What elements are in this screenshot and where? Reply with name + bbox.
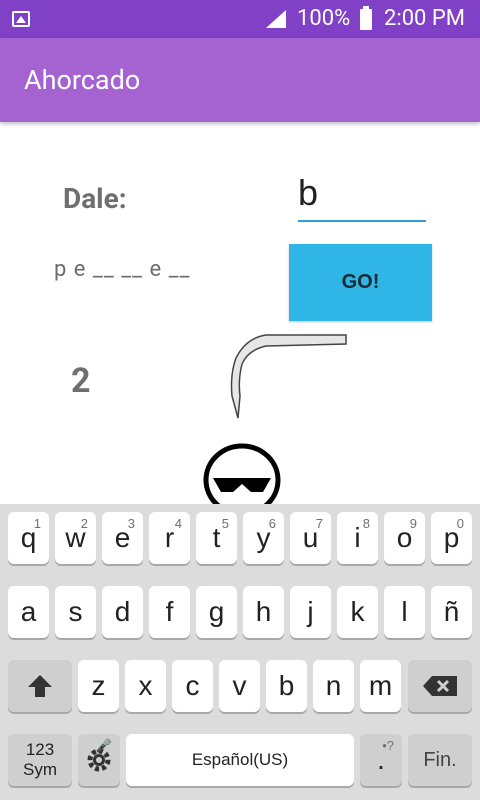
- letter-input[interactable]: [298, 170, 426, 216]
- key-j[interactable]: j: [290, 586, 331, 638]
- symbols-key-line1: 123: [25, 740, 55, 759]
- key-f[interactable]: f: [149, 586, 190, 638]
- key-p[interactable]: p0: [431, 512, 472, 564]
- status-bar: 100% 2:00 PM: [0, 0, 480, 38]
- key-x[interactable]: x: [125, 660, 166, 712]
- key-hint: 4: [174, 516, 182, 531]
- key-l[interactable]: l: [384, 586, 425, 638]
- key-label: t: [212, 522, 221, 553]
- period-hint: •?: [382, 738, 394, 753]
- key-z[interactable]: z: [78, 660, 119, 712]
- go-button[interactable]: GO!: [289, 244, 432, 321]
- word-display: p e __ __ e __: [54, 257, 191, 282]
- clock: 2:00 PM: [384, 6, 465, 31]
- app-bar: Ahorcado: [0, 38, 480, 122]
- key-ñ[interactable]: ñ: [431, 586, 472, 638]
- key-hint: 5: [221, 516, 229, 531]
- app-title: Ahorcado: [24, 64, 141, 96]
- battery-percentage: 100%: [297, 6, 351, 31]
- key-u[interactable]: u7: [290, 512, 331, 564]
- key-c[interactable]: c: [172, 660, 213, 712]
- symbols-key[interactable]: 123 Sym: [8, 734, 72, 786]
- game-area: Dale: p e __ __ e __ GO! 2: [0, 122, 480, 504]
- signal-icon: [266, 10, 286, 28]
- key-i[interactable]: i8: [337, 512, 378, 564]
- prompt-label: Dale:: [63, 182, 127, 215]
- image-icon: [12, 11, 30, 27]
- battery-icon: [360, 6, 372, 30]
- fin-key[interactable]: Fin.: [408, 734, 472, 786]
- key-a[interactable]: a: [8, 586, 49, 638]
- hangman-head-icon: [203, 443, 281, 504]
- key-e[interactable]: e3: [102, 512, 143, 564]
- key-r[interactable]: r4: [149, 512, 190, 564]
- key-hint: 2: [80, 516, 88, 531]
- key-t[interactable]: t5: [196, 512, 237, 564]
- key-hint: 6: [268, 516, 276, 531]
- mic-icon: 🎤: [95, 738, 112, 753]
- symbols-key-line2: Sym: [23, 760, 57, 779]
- key-m[interactable]: m: [360, 660, 401, 712]
- key-hint: 8: [362, 516, 370, 531]
- key-label: r: [164, 522, 175, 553]
- keyboard: q1w2e3r4t5y6u7i8o9p0 asdfghjklñ zxcvbnm …: [0, 504, 480, 800]
- shift-icon: [28, 675, 52, 697]
- key-v[interactable]: v: [219, 660, 260, 712]
- key-hint: 0: [456, 516, 464, 531]
- key-hint: 9: [409, 516, 417, 531]
- key-w[interactable]: w2: [55, 512, 96, 564]
- error-count: 2: [71, 361, 91, 401]
- key-h[interactable]: h: [243, 586, 284, 638]
- key-b[interactable]: b: [266, 660, 307, 712]
- backspace-icon: [423, 676, 457, 696]
- settings-key[interactable]: 🎤: [78, 734, 120, 786]
- key-hint: 3: [127, 516, 135, 531]
- space-key[interactable]: Español(US): [126, 734, 354, 786]
- hook-icon: [230, 334, 347, 419]
- shift-key[interactable]: [8, 660, 72, 712]
- key-q[interactable]: q1: [8, 512, 49, 564]
- key-d[interactable]: d: [102, 586, 143, 638]
- key-k[interactable]: k: [337, 586, 378, 638]
- period-key[interactable]: . •?: [360, 734, 402, 786]
- backspace-key[interactable]: [408, 660, 472, 712]
- key-y[interactable]: y6: [243, 512, 284, 564]
- key-s[interactable]: s: [55, 586, 96, 638]
- key-hint: 1: [33, 516, 41, 531]
- letter-input-container: [298, 170, 426, 222]
- key-label: i: [354, 522, 361, 553]
- key-n[interactable]: n: [313, 660, 354, 712]
- key-hint: 7: [315, 516, 323, 531]
- key-g[interactable]: g: [196, 586, 237, 638]
- key-o[interactable]: o9: [384, 512, 425, 564]
